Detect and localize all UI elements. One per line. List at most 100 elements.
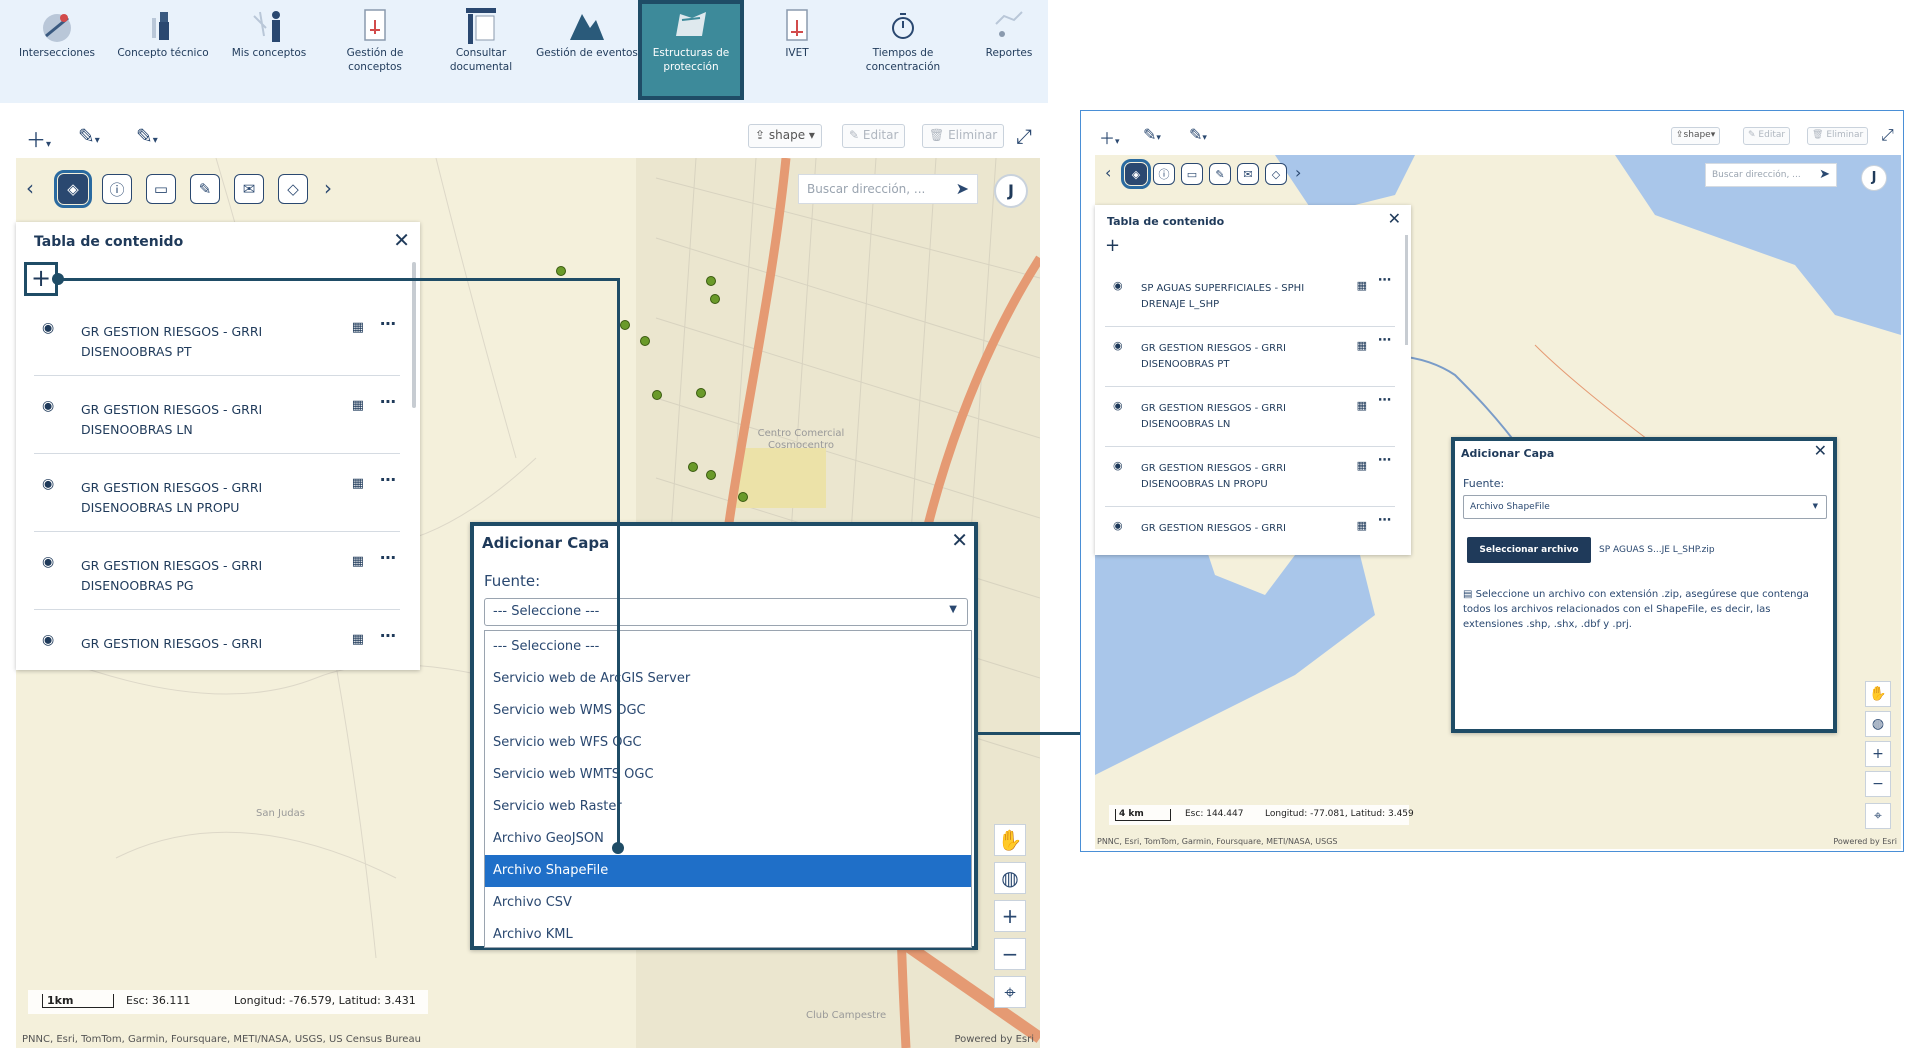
chevron-right-icon[interactable]: › (1295, 163, 1301, 182)
nav-item-ivet[interactable]: IVET (744, 0, 850, 100)
nav-item-tiempos-concentracion[interactable]: Tiempos de concentración (850, 0, 956, 100)
layer-item[interactable]: ◉ GR GESTION RIESGOS - GRRI DISENOOBRAS P… (34, 314, 400, 376)
add-layer-button[interactable]: + (1105, 235, 1120, 256)
option[interactable]: Archivo CSV (485, 887, 971, 919)
option-selected[interactable]: Archivo ShapeFile (485, 855, 971, 887)
pencil-tool-dropdown[interactable]: ✎▾ (1143, 125, 1161, 144)
table-icon[interactable]: ▦ (352, 554, 364, 569)
select-file-button[interactable]: Seleccionar archivo (1467, 537, 1591, 563)
close-icon[interactable]: ✕ (1388, 209, 1401, 228)
zoom-out-button[interactable]: − (994, 938, 1026, 970)
globe-control[interactable]: ◍ (1865, 711, 1891, 737)
measure-tool[interactable]: ▭ (1181, 163, 1203, 185)
option[interactable]: --- Seleccione --- (485, 631, 971, 663)
nav-item-estructuras-proteccion[interactable]: Estructuras de protección (638, 0, 744, 100)
zoom-out-button[interactable]: − (1865, 771, 1891, 797)
add-tool-dropdown[interactable]: ＋▾ (1099, 125, 1120, 149)
draw-tool[interactable]: ✎ (1209, 163, 1231, 185)
option[interactable]: Archivo KML (485, 919, 971, 951)
layer-item[interactable]: ◉ GR GESTION RIESGOS - GRRI DISENOOBRAS L… (1105, 453, 1395, 507)
more-icon[interactable]: ⋯ (380, 470, 396, 489)
table-icon[interactable]: ▦ (1357, 399, 1367, 412)
source-select[interactable]: --- Seleccione --- ▼ (484, 598, 968, 626)
more-icon[interactable]: ⋯ (1378, 453, 1391, 468)
table-icon[interactable]: ▦ (1357, 459, 1367, 472)
layer-item[interactable]: ◉ GR GESTION RIESGOS - GRRI DISENOOBRAS L… (1105, 393, 1395, 447)
option[interactable]: Servicio web WMTS OGC (485, 759, 971, 791)
delete-button[interactable]: 🗑 Eliminar (922, 124, 1005, 148)
map-point[interactable] (640, 336, 650, 346)
map-point[interactable] (688, 462, 698, 472)
shape-button[interactable]: ⇪ shape ▾ (748, 124, 822, 148)
layer-item[interactable]: ◉ GR GESTION RIESGOS - GRRI DISENOOBRAS P… (34, 548, 400, 610)
locate-button[interactable]: ⌖ (994, 976, 1026, 1008)
more-icon[interactable]: ⋯ (380, 626, 396, 645)
eye-icon[interactable]: ◉ (42, 398, 54, 414)
info-tool[interactable]: ⓘ (1153, 163, 1175, 185)
edit-button[interactable]: ✎ Editar (842, 124, 906, 148)
layer-item[interactable]: ◉ GR GESTION RIESGOS - GRRI ▦ ⋯ (1105, 513, 1395, 543)
eye-icon[interactable]: ◉ (42, 632, 54, 648)
fullscreen-icon[interactable]: ⤢ (1881, 125, 1894, 145)
more-icon[interactable]: ⋯ (1378, 333, 1391, 348)
option[interactable]: Servicio web WMS OGC (485, 695, 971, 727)
eye-icon[interactable]: ◉ (1113, 399, 1123, 412)
nav-item-reportes[interactable]: Reportes (956, 0, 1062, 100)
nav-item-consultar-documental[interactable]: Consultar documental (428, 0, 534, 100)
nav-item-intersecciones[interactable]: Intersecciones (4, 0, 110, 100)
close-icon[interactable]: ✕ (393, 228, 410, 252)
comment-tool[interactable]: ✉ (1237, 163, 1259, 185)
map-point[interactable] (710, 294, 720, 304)
nav-item-gestion-conceptos[interactable]: Gestión de conceptos (322, 0, 428, 100)
eye-icon[interactable]: ◉ (42, 320, 54, 336)
address-search-input[interactable]: Buscar dirección, ... ➤ (1705, 163, 1837, 187)
layer-item[interactable]: ◉ GR GESTION RIESGOS - GRRI DISENOOBRAS P… (1105, 333, 1395, 387)
more-icon[interactable]: ⋯ (1378, 273, 1391, 288)
option[interactable]: Archivo GeoJSON (485, 823, 971, 855)
table-icon[interactable]: ▦ (1357, 279, 1367, 292)
table-icon[interactable]: ▦ (352, 398, 364, 413)
add-tool-dropdown[interactable]: ＋▾ (26, 124, 51, 153)
locate-button[interactable]: ⌖ (1865, 803, 1891, 829)
map-point[interactable] (696, 388, 706, 398)
erase-tool[interactable]: ◇ (1265, 163, 1287, 185)
pan-control[interactable]: ✋ (994, 824, 1026, 856)
option[interactable]: Servicio web Raster (485, 791, 971, 823)
powered-by[interactable]: Powered by Esri (954, 1034, 1034, 1045)
eye-icon[interactable]: ◉ (1113, 339, 1123, 352)
fullscreen-icon[interactable]: ⤢ (1016, 124, 1032, 148)
route-icon[interactable]: ➤ (1819, 167, 1830, 182)
nav-item-mis-conceptos[interactable]: Mis conceptos (216, 0, 322, 100)
table-icon[interactable]: ▦ (1357, 339, 1367, 352)
route-icon[interactable]: ➤ (956, 179, 969, 198)
zoom-in-button[interactable]: + (994, 900, 1026, 932)
layer-item[interactable]: ◉ GR GESTION RIESGOS - GRRI DISENOOBRAS L… (34, 392, 400, 454)
erase-tool[interactable]: ◇ (278, 174, 308, 204)
more-icon[interactable]: ⋯ (1378, 393, 1391, 408)
eye-icon[interactable]: ◉ (1113, 279, 1123, 292)
chevron-left-icon[interactable]: ‹ (26, 176, 34, 200)
delete-button[interactable]: 🗑 Eliminar (1807, 127, 1869, 145)
edit-tool-dropdown[interactable]: ✎▾ (1189, 125, 1207, 144)
user-avatar[interactable]: J (994, 174, 1028, 208)
layers-tool[interactable]: ◈ (1121, 159, 1151, 189)
edit-button[interactable]: ✎ Editar (1743, 127, 1791, 145)
address-search-input[interactable]: Buscar dirección, ... ➤ (798, 174, 978, 204)
option[interactable]: Servicio web WFS OGC (485, 727, 971, 759)
eye-icon[interactable]: ◉ (1113, 519, 1123, 532)
close-icon[interactable]: ✕ (1814, 441, 1827, 460)
map-point[interactable] (738, 492, 748, 502)
more-icon[interactable]: ⋯ (380, 548, 396, 567)
table-icon[interactable]: ▦ (352, 632, 364, 647)
globe-control[interactable]: ◍ (994, 862, 1026, 894)
eye-icon[interactable]: ◉ (42, 476, 54, 492)
measure-tool[interactable]: ▭ (146, 174, 176, 204)
pan-control[interactable]: ✋ (1865, 681, 1891, 707)
shape-button[interactable]: ⇪shape▾ (1671, 127, 1721, 145)
chevron-right-icon[interactable]: › (324, 176, 332, 200)
map-point[interactable] (652, 390, 662, 400)
map-point[interactable] (706, 276, 716, 286)
info-tool[interactable]: ⓘ (102, 174, 132, 204)
close-icon[interactable]: ✕ (951, 528, 968, 552)
nav-item-gestion-eventos[interactable]: Gestión de eventos (534, 0, 640, 100)
